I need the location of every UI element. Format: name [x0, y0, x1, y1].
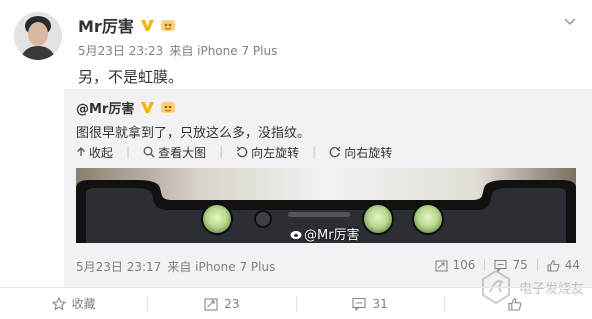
- like-button[interactable]: [445, 297, 592, 311]
- avatar-image: [14, 12, 62, 60]
- original-author-name[interactable]: @Mr厉害: [76, 98, 134, 117]
- original-repost-button[interactable]: 106: [434, 258, 476, 272]
- avatar[interactable]: [14, 12, 62, 60]
- rotate-right-icon: [329, 146, 341, 158]
- rotate-right-button[interactable]: 向右旋转: [329, 144, 392, 161]
- weibo-post: Mr厉害 5月23日 23:23 来自 iPhone 7 Plus 另，不是虹膜。…: [0, 0, 592, 319]
- magnifier-icon: [143, 146, 155, 158]
- original-repost-count: 106: [452, 258, 476, 272]
- post-date[interactable]: 5月23日 23:23: [78, 44, 163, 58]
- toolbar-divider: |: [312, 145, 317, 159]
- rotate-left-icon: [236, 146, 248, 158]
- original-post-source: 来自 iPhone 7 Plus: [167, 260, 276, 274]
- repost-button[interactable]: 23: [148, 297, 295, 311]
- author-row: Mr厉害: [78, 14, 176, 36]
- view-large-button[interactable]: 查看大图: [143, 144, 206, 161]
- toolbar-divider: |: [219, 145, 224, 159]
- chevron-down-icon[interactable]: [562, 14, 578, 30]
- favorite-button[interactable]: 收藏: [0, 295, 147, 312]
- rotate-right-label: 向右旋转: [344, 145, 393, 160]
- toolbar-divider: |: [126, 145, 131, 159]
- star-icon: [51, 296, 66, 311]
- rotate-left-button[interactable]: 向左旋转: [236, 144, 299, 161]
- repost-icon: [434, 259, 448, 272]
- repost-icon: [204, 297, 218, 311]
- weibo-logo-icon: [290, 230, 302, 239]
- verified-v-icon[interactable]: [140, 100, 155, 115]
- comment-count: 31: [372, 296, 388, 311]
- author-name[interactable]: Mr厉害: [78, 13, 134, 37]
- post-text: 另，不是虹膜。: [78, 68, 184, 86]
- original-author-row: @Mr厉害: [76, 98, 176, 117]
- original-post-text: 图很早就拿到了，只放这么多，没指纹。: [76, 126, 311, 141]
- collapse-label: 收起: [89, 145, 114, 160]
- image-toolbar: 收起 | 查看大图 | 向左旋转 | 向右旋转: [76, 144, 405, 160]
- image-watermark-text: @Mr厉害: [304, 228, 360, 243]
- image-watermark: @Mr厉害: [290, 224, 360, 243]
- repost-count: 23: [224, 296, 240, 311]
- original-post-meta: 5月23日 23:17 来自 iPhone 7 Plus: [76, 258, 281, 275]
- rotate-left-label: 向左旋转: [251, 145, 300, 160]
- original-post-card: @Mr厉害 图很早就拿到了，只放这么多，没指纹。 收起 | 查看大图 | 向左旋…: [64, 89, 592, 287]
- collapse-button[interactable]: 收起: [76, 144, 113, 161]
- verified-v-icon[interactable]: [140, 18, 155, 33]
- comment-button[interactable]: 31: [297, 297, 444, 311]
- favorite-label: 收藏: [71, 297, 96, 311]
- post-action-bar: 收藏 23 31: [0, 287, 592, 319]
- arrow-up-icon: [77, 147, 85, 156]
- thumbs-up-icon: [508, 297, 522, 311]
- post-meta: 5月23日 23:23 来自 iPhone 7 Plus: [78, 42, 283, 59]
- comment-icon: [352, 297, 367, 311]
- post-source: 来自 iPhone 7 Plus: [169, 44, 278, 58]
- original-post-date[interactable]: 5月23日 23:17: [76, 260, 161, 274]
- view-large-label: 查看大图: [158, 145, 207, 160]
- fan-badge-icon[interactable]: [160, 18, 176, 33]
- post-photo[interactable]: @Mr厉害: [76, 168, 576, 243]
- fan-badge-icon[interactable]: [160, 100, 176, 115]
